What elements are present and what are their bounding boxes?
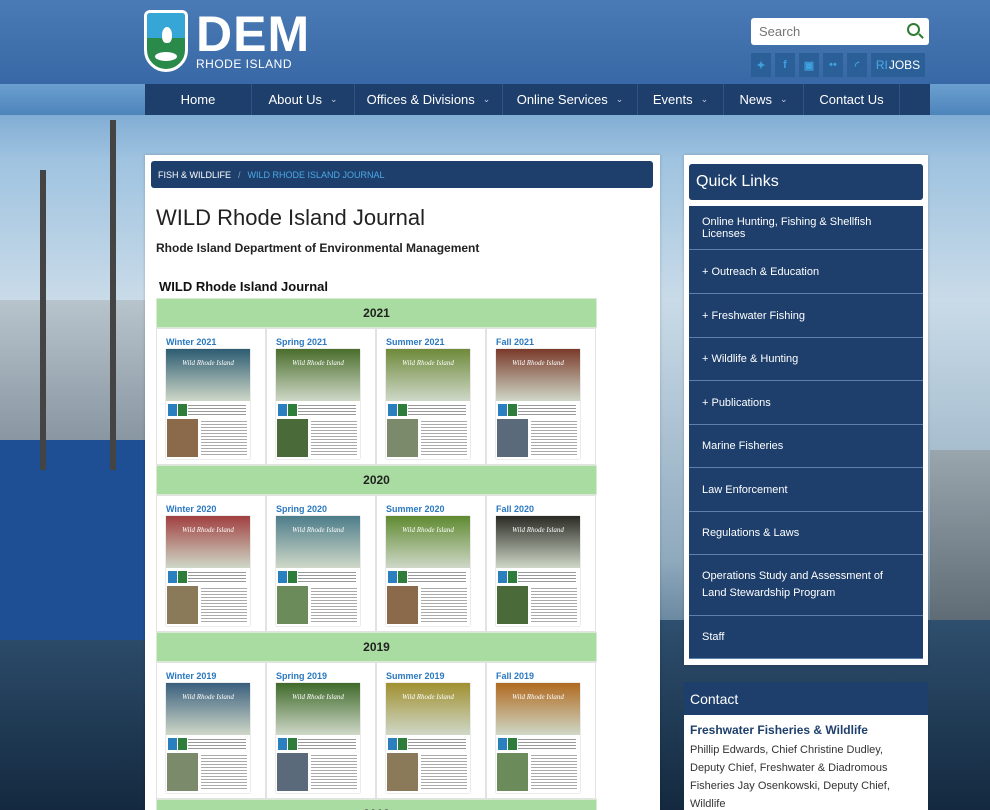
issue-link[interactable]: Summer 2020	[386, 504, 485, 516]
year-row: 2020	[156, 465, 597, 495]
journal-issue: Spring 2019 Wild Rhode Island	[266, 662, 376, 799]
breadcrumb-separator: /	[238, 169, 241, 180]
page-title: WILD Rhode Island Journal	[156, 205, 426, 230]
rss-icon[interactable]: ◜	[847, 53, 867, 77]
issue-link[interactable]: Fall 2020	[496, 504, 595, 516]
background-mast	[110, 120, 116, 470]
background-mast	[40, 170, 46, 470]
background-harbor	[930, 450, 990, 620]
logo-title: DEM	[196, 6, 311, 62]
nav-about-us[interactable]: About Us ⌄	[252, 84, 355, 115]
search-box	[751, 18, 929, 45]
chevron-down-icon: ⌄	[482, 94, 491, 104]
journal-cover-image[interactable]: Wild Rhode Island	[386, 349, 470, 459]
journal-issue: Winter 2020 Wild Rhode Island	[156, 495, 266, 632]
issue-link[interactable]: Spring 2019	[276, 671, 375, 683]
quick-link-publications[interactable]: + Publications	[689, 381, 923, 425]
issue-link[interactable]: Summer 2019	[386, 671, 485, 683]
journal-cover-image[interactable]: Wild Rhode Island	[276, 683, 360, 793]
chevron-down-icon: ⌄	[329, 94, 338, 104]
nav-events[interactable]: Events ⌄	[638, 84, 724, 115]
journal-table: 2021 Winter 2021 Wild Rhode Island Spring 2…	[156, 298, 597, 810]
issue-link[interactable]: Fall 2021	[496, 337, 595, 349]
issue-link[interactable]: Winter 2020	[166, 504, 265, 516]
quick-links-title: Quick Links	[689, 164, 923, 200]
chevron-down-icon: ⌄	[779, 94, 788, 104]
journal-issue: Spring 2020 Wild Rhode Island	[266, 495, 376, 632]
journal-cover-image[interactable]: Wild Rhode Island	[276, 349, 360, 459]
page-subtitle: Rhode Island Department of Environmental…	[156, 241, 480, 255]
shield-logo-icon	[144, 10, 188, 72]
issue-link[interactable]: Winter 2019	[166, 671, 265, 683]
nav-news[interactable]: News ⌄	[724, 84, 804, 115]
chevron-down-icon: ⌄	[615, 94, 624, 104]
issues-row: Winter 2019 Wild Rhode Island Spring 2019 W…	[156, 662, 597, 799]
issues-row: Winter 2020 Wild Rhode Island Spring 2020 W…	[156, 495, 597, 632]
issues-row: Winter 2021 Wild Rhode Island Spring 2021 W…	[156, 328, 597, 465]
journal-cover-image[interactable]: Wild Rhode Island	[496, 683, 580, 793]
quick-link-land-stewardship[interactable]: Operations Study and Assessment of Land …	[689, 555, 923, 616]
search-input[interactable]	[751, 24, 891, 39]
contact-body: Phillip Edwards, Chief Christine Dudley,…	[690, 744, 890, 810]
journal-cover-image[interactable]: Wild Rhode Island	[496, 349, 580, 459]
journal-issue: Fall 2019 Wild Rhode Island	[486, 662, 596, 799]
breadcrumb-current: WILD RHODE ISLAND JOURNAL	[247, 169, 385, 180]
quick-link-outreach[interactable]: + Outreach & Education	[689, 250, 923, 294]
year-row: 2021	[156, 298, 597, 328]
main-nav: Home About Us ⌄ Offices & Divisions ⌄ Onli…	[145, 84, 930, 115]
quick-link-wildlife-hunting[interactable]: + Wildlife & Hunting	[689, 338, 923, 381]
nav-home[interactable]: Home	[145, 84, 252, 115]
search-icon[interactable]	[907, 23, 920, 36]
nav-online-services[interactable]: Online Services ⌄	[503, 84, 638, 115]
journal-cover-image[interactable]: Wild Rhode Island	[166, 349, 250, 459]
journal-cover-image[interactable]: Wild Rhode Island	[166, 683, 250, 793]
ri-jobs-button[interactable]: RI JOBS	[871, 53, 925, 77]
facebook-icon[interactable]: f	[775, 53, 795, 77]
journal-issue: Summer 2020 Wild Rhode Island	[376, 495, 486, 632]
journal-cover-image[interactable]: Wild Rhode Island	[496, 516, 580, 626]
background-boat-hull	[0, 440, 150, 640]
quick-link-freshwater-fishing[interactable]: + Freshwater Fishing	[689, 294, 923, 338]
breadcrumb-parent[interactable]: FISH & WILDLIFE	[158, 170, 231, 180]
journal-issue: Winter 2021 Wild Rhode Island	[156, 328, 266, 465]
issue-link[interactable]: Spring 2021	[276, 337, 375, 349]
issue-link[interactable]: Winter 2021	[166, 337, 265, 349]
nav-contact-us[interactable]: Contact Us	[804, 84, 900, 115]
issue-link[interactable]: Spring 2020	[276, 504, 375, 516]
journal-issue: Summer 2019 Wild Rhode Island	[376, 662, 486, 799]
journal-cover-image[interactable]: Wild Rhode Island	[386, 516, 470, 626]
quick-link-marine-fisheries[interactable]: Marine Fisheries	[689, 425, 923, 468]
background-boat-cabin	[0, 300, 150, 445]
issue-link[interactable]: Fall 2019	[496, 671, 595, 683]
breadcrumb: FISH & WILDLIFE / WILD RHODE ISLAND JOUR…	[151, 161, 653, 188]
flickr-icon[interactable]: ••	[823, 53, 843, 77]
social-links: ✦ f ▣ •• ◜ RI JOBS	[751, 53, 925, 77]
quick-link-regulations[interactable]: Regulations & Laws	[689, 512, 923, 555]
quick-link-law-enforcement[interactable]: Law Enforcement	[689, 468, 923, 512]
year-row: 2019	[156, 632, 597, 662]
dem-logo[interactable]: DEM RHODE ISLAND	[144, 6, 311, 72]
quick-links-list: Online Hunting, Fishing & Shellfish Lice…	[689, 206, 923, 659]
nav-offices-divisions[interactable]: Offices & Divisions ⌄	[355, 84, 503, 115]
journal-cover-image[interactable]: Wild Rhode Island	[166, 516, 250, 626]
quick-link-staff[interactable]: Staff	[689, 616, 923, 659]
year-row: 2018	[156, 799, 597, 810]
journal-cover-image[interactable]: Wild Rhode Island	[386, 683, 470, 793]
journal-issue: Winter 2019 Wild Rhode Island	[156, 662, 266, 799]
quick-link-licenses[interactable]: Online Hunting, Fishing & Shellfish Lice…	[689, 206, 923, 250]
journal-issue: Summer 2021 Wild Rhode Island	[376, 328, 486, 465]
contact-name: Freshwater Fisheries & Wildlife	[690, 723, 868, 737]
journal-issue: Spring 2021 Wild Rhode Island	[266, 328, 376, 465]
twitter-icon[interactable]: ✦	[751, 53, 771, 77]
youtube-icon[interactable]: ▣	[799, 53, 819, 77]
contact-title: Contact	[684, 682, 928, 715]
issue-link[interactable]: Summer 2021	[386, 337, 485, 349]
journal-issue: Fall 2020 Wild Rhode Island	[486, 495, 596, 632]
chevron-down-icon: ⌄	[700, 94, 709, 104]
section-title: WILD Rhode Island Journal	[159, 279, 329, 294]
journal-cover-image[interactable]: Wild Rhode Island	[276, 516, 360, 626]
journal-issue: Fall 2021 Wild Rhode Island	[486, 328, 596, 465]
